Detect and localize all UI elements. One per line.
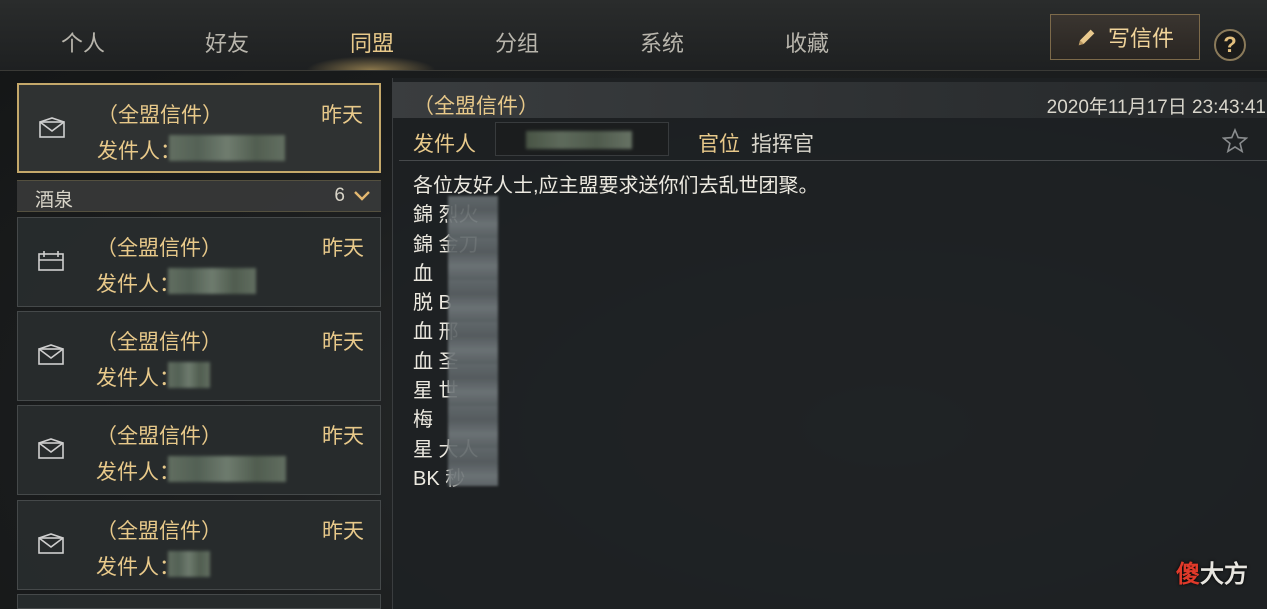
- mail-item[interactable]: （全盟信件） 昨天 发件人：: [17, 217, 381, 307]
- redacted-sender: [168, 268, 256, 294]
- mail-detail-panel: （全盟信件） 2020年11月17日 23:43:41 发件人 官位 指挥官 各…: [392, 78, 1267, 609]
- mail-item[interactable]: （全盟信件） 昨天 发件人：: [17, 405, 381, 495]
- mail-title: （全盟信件）: [96, 237, 222, 260]
- chevron-down-icon: [354, 191, 370, 201]
- watermark-rest: 大方: [1200, 561, 1248, 588]
- mail-date: 昨天: [321, 104, 363, 127]
- watermark: 傻大方: [1176, 554, 1248, 589]
- star-icon[interactable]: [1222, 128, 1248, 154]
- mail-item[interactable]: （全盟信件） 昨天 发件人：: [17, 83, 381, 173]
- mail-item[interactable]: （全盟信件） 昨天 发件人：: [17, 311, 381, 401]
- redacted-names: [448, 196, 498, 486]
- pencil-icon: [1078, 29, 1095, 46]
- mail-title: （全盟信件）: [96, 331, 222, 354]
- redacted-sender: [168, 456, 286, 482]
- tab-groups[interactable]: 分组: [462, 26, 572, 60]
- mail-date: 昨天: [322, 237, 364, 260]
- mail-detail-datetime: 2020年11月17日 23:43:41: [1046, 97, 1266, 118]
- mail-item[interactable]: （全盟信件） 昨天 发件人：: [17, 500, 381, 590]
- mail-detail-title: （全盟信件）: [413, 95, 539, 118]
- envelope-icon: [38, 344, 64, 365]
- envelope-icon: [38, 533, 64, 554]
- mail-title: （全盟信件）: [97, 104, 223, 127]
- write-letter-button[interactable]: 写信件: [1050, 14, 1200, 60]
- rank-label: 官位: [698, 133, 740, 156]
- mail-item-partial[interactable]: [17, 594, 381, 609]
- calendar-icon: [38, 251, 64, 271]
- tab-system[interactable]: 系统: [607, 26, 717, 60]
- mail-detail-header: （全盟信件） 2020年11月17日 23:43:41: [393, 82, 1267, 118]
- group-name: 酒泉: [35, 190, 74, 211]
- envelope-icon: [38, 438, 64, 459]
- tab-personal[interactable]: 个人: [28, 26, 138, 60]
- group-count: 6: [334, 185, 345, 206]
- mail-date: 昨天: [322, 425, 364, 448]
- sender-label: 发件人: [413, 133, 476, 156]
- mail-date: 昨天: [322, 331, 364, 354]
- active-tab-glow: [306, 56, 436, 70]
- rank-value: 指挥官: [751, 133, 814, 156]
- mail-title: （全盟信件）: [96, 520, 222, 543]
- sender-name-field[interactable]: [495, 122, 669, 156]
- mail-date: 昨天: [322, 520, 364, 543]
- top-tab-bar: 个人 好友 同盟 分组 系统 收藏 写信件 ?: [0, 0, 1267, 71]
- help-button[interactable]: ?: [1214, 29, 1246, 61]
- redacted-sender: [526, 131, 632, 149]
- tab-friends[interactable]: 好友: [172, 26, 282, 60]
- tab-alliance[interactable]: 同盟: [317, 26, 427, 60]
- envelope-icon: [39, 117, 65, 138]
- group-header[interactable]: 酒泉 6: [17, 180, 381, 212]
- redacted-sender: [168, 362, 210, 388]
- divider: [399, 160, 1267, 161]
- tab-favorites[interactable]: 收藏: [752, 26, 862, 60]
- watermark-first: 傻: [1176, 561, 1200, 588]
- redacted-sender: [169, 135, 285, 161]
- mail-title: （全盟信件）: [96, 425, 222, 448]
- redacted-sender: [168, 551, 210, 577]
- write-letter-label: 写信件: [1107, 26, 1174, 51]
